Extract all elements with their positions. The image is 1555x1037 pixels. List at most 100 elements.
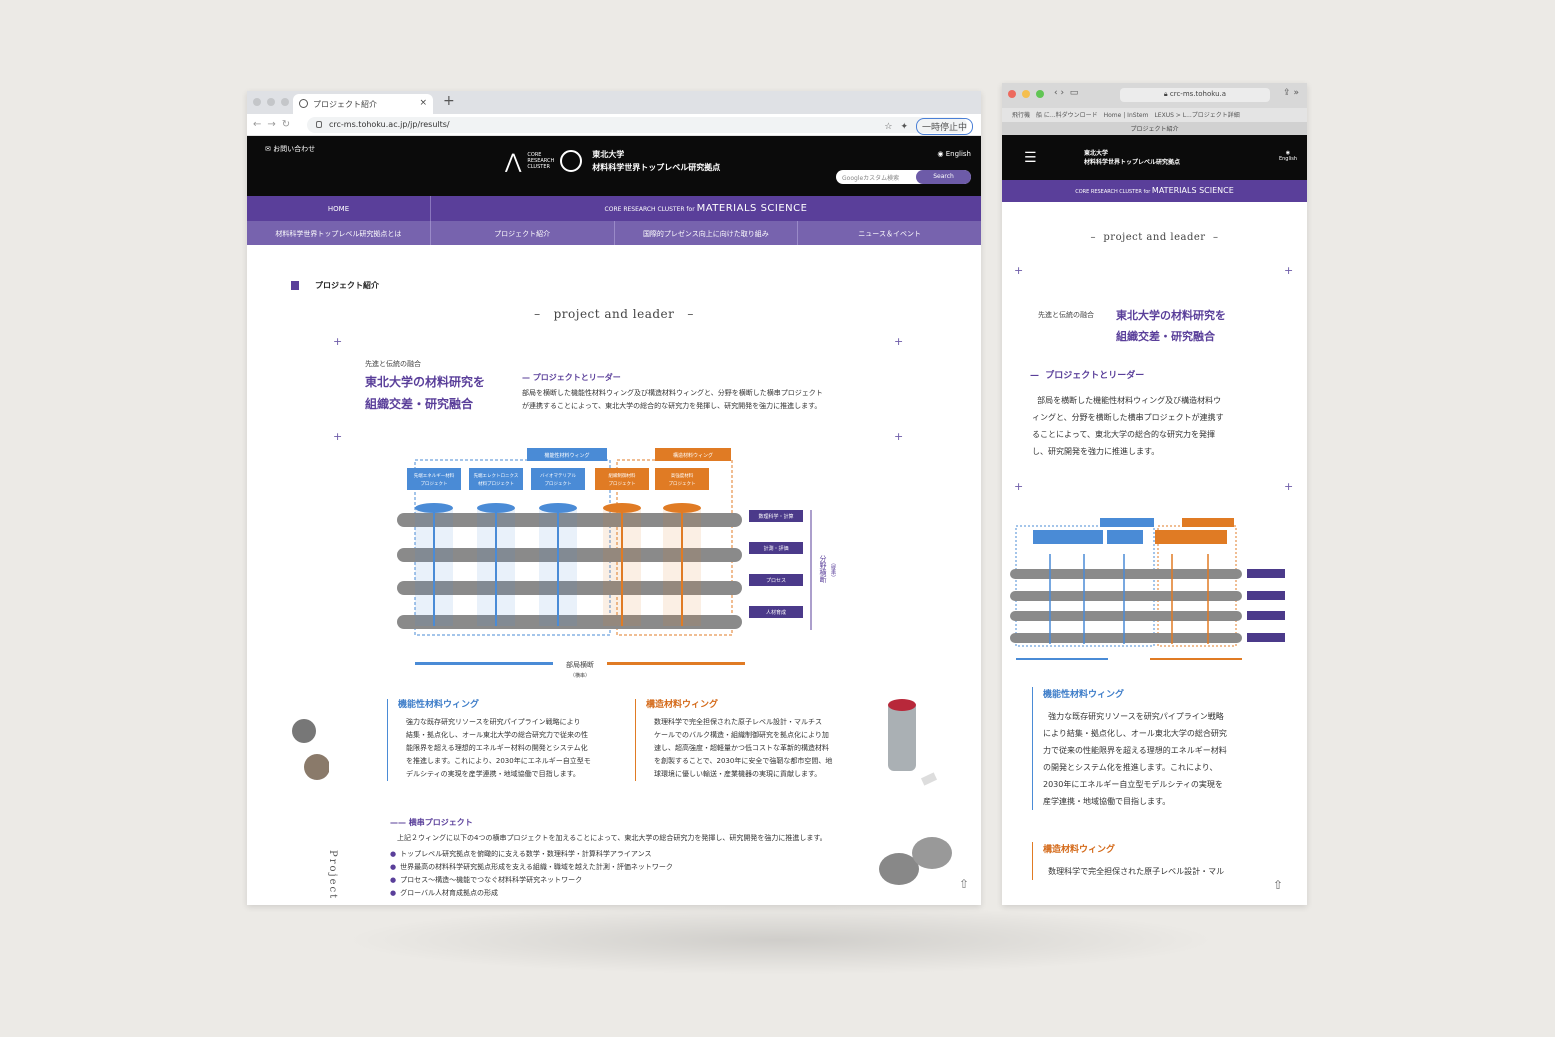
contact-label: お問い合わせ	[273, 145, 316, 153]
scroll-up-icon[interactable]: ⇧	[1273, 878, 1283, 892]
site-header: ✉ お問い合わせ ⋀ CORE RESEARCH CLUSTER 東北大学 材料科学世…	[247, 136, 981, 196]
cross-title: —— 横串プロジェクト	[390, 818, 473, 827]
mobile-project-box	[1191, 530, 1227, 544]
project-label: プロジェクト	[669, 481, 696, 487]
menu-icon[interactable]: ☰	[1024, 150, 1037, 166]
mobile-site-header: ☰ 東北大学 材料科学世界トップレベル研究拠点 ◉ English	[1002, 135, 1307, 180]
drop-shadow	[340, 905, 1220, 975]
nav-about[interactable]: 材料科学世界トップレベル研究拠点とは	[247, 221, 431, 245]
plus-icon: +	[1014, 264, 1024, 277]
url-field[interactable]: crc-ms.tohoku.ac.jp/jp/results/	[307, 117, 967, 133]
mobile-functional-wing: 機能性材料ウィング 強力な既存研究リソースを研究パイプライン戦略 により結集・拠点…	[1032, 687, 1282, 810]
tohoku-logo-icon	[560, 150, 583, 172]
nav-news[interactable]: ニュース＆イベント	[798, 221, 981, 245]
structural-wing-title: 構造材料ウィング	[646, 700, 719, 710]
site-title: 東北大学 材料科学世界トップレベル研究拠点	[592, 150, 721, 172]
plus-icon: +	[894, 335, 904, 348]
intro-text: 部局を横断した機能性材料ウィング及び構造材料ウィングと、分野を横断した横串プロジ…	[522, 389, 823, 410]
mobile-subhead: — プロジェクトとリーダー	[1030, 371, 1145, 381]
browser-tab[interactable]: プロジェクト紹介 ×	[293, 94, 433, 114]
mobile-beam	[1010, 569, 1242, 579]
plus-icon: +	[894, 430, 904, 443]
search-input[interactable]: Googleカスタム検索 Search	[836, 170, 971, 184]
project-columns: 先端エネルギー材料プロジェクト 先端エレクトロニクス材料プロジェクト バイオマテリア…	[407, 468, 709, 626]
cluster-band: CORE RESEARCH CLUSTER for MATERIALS SCIE…	[604, 203, 808, 214]
mobile-section-label: – project and leader –	[1090, 232, 1219, 243]
nav-projects[interactable]: プロジェクト紹介	[431, 221, 615, 245]
tab-bar: プロジェクト紹介 × +	[247, 91, 981, 114]
bottom-axis-sub: （横串）	[570, 672, 590, 679]
kicker: 先進と伝統の融合	[365, 360, 421, 368]
field-label: プロセス	[766, 578, 786, 584]
mobile-site-logo[interactable]: 東北大学 材料科学世界トップレベル研究拠点	[1084, 149, 1180, 167]
window-controls[interactable]	[253, 98, 289, 106]
mobile-tab[interactable]: プロジェクト紹介	[1002, 122, 1307, 135]
structural-wing-block: 構造材料ウィング 数理科学で完全担保された原子レベル設計・マルチス ケールでのバル…	[635, 699, 860, 781]
primary-nav: HOME CORE RESEARCH CLUSTER for MATERIALS…	[247, 196, 981, 221]
project-diagram: 機能性材料ウィング 構造材料ウィング 先端エネルギー材料プロジェクト 先端エレクト…	[397, 448, 836, 679]
list-item: 世界最高の材料科学研究拠点形成を支える組織・職域を越えた計測・評価ネットワーク	[390, 861, 673, 874]
nav-international[interactable]: 国際的プレゼンス向上に向けた取り組み	[615, 221, 799, 245]
tab-title: プロジェクト紹介	[313, 100, 377, 109]
mobile-beam	[1010, 611, 1242, 621]
project-label: プロジェクト	[545, 481, 572, 487]
search-button[interactable]: Search	[916, 170, 971, 184]
site-logo[interactable]: ⋀ CORE RESEARCH CLUSTER 東北大学 材料科学世界トップレベル研究…	[505, 148, 720, 174]
mobile-structural-text: 数理科学で完全担保された原子レベル設計・マル	[1048, 867, 1225, 876]
cross-intro: 上記２ウィングに以下の4つの横串プロジェクトを加えることによって、東北大学の総合…	[397, 834, 827, 842]
mobile-diagram	[1010, 518, 1285, 660]
address-bar: ←→↻ crc-ms.tohoku.ac.jp/jp/results/ ☆ ✦ …	[247, 114, 981, 136]
mobile-field-box	[1247, 591, 1285, 600]
mobile-field-box	[1247, 611, 1285, 620]
cross-list: トップレベル研究拠点を俯瞰的に支える数学・数理科学・計算科学アライアンス 世界最…	[390, 848, 673, 900]
star-icon[interactable]: ☆	[884, 122, 892, 132]
field-label: 計測・評価	[763, 545, 788, 552]
project-label: プロジェクト	[421, 481, 448, 487]
subhead: — プロジェクトとリーダー	[522, 373, 621, 382]
plus-icon: +	[333, 335, 343, 348]
nav-home[interactable]: HOME	[247, 196, 431, 221]
bottom-axis-label: 部局横断	[566, 660, 594, 669]
list-item: グローバル人材育成拠点の形成	[390, 887, 673, 900]
mobile-project-box	[1107, 530, 1143, 544]
mobile-project-box	[1155, 530, 1191, 544]
field-label: 人材育成	[766, 609, 786, 616]
functional-wing-title: 機能性材料ウィング	[398, 700, 480, 710]
mobile-beam	[1010, 591, 1242, 601]
functional-wing-block: 機能性材料ウィング 強力な既存研究リソースを研究パイプライン戦略により 結集・拠点…	[387, 699, 612, 781]
section-label: – project and leader –	[534, 307, 694, 321]
contact-link[interactable]: ✉ お問い合わせ	[265, 144, 315, 154]
lock-icon	[316, 121, 322, 128]
mobile-functional-title: 機能性材料ウィング	[1043, 690, 1125, 700]
sample-vial-image	[888, 699, 938, 786]
mobile-url-field[interactable]: 🔒︎ crc-ms.tohoku.a	[1120, 88, 1270, 102]
share-icon[interactable]: ⇪ »	[1283, 88, 1299, 98]
extensions: ☆ ✦ 一時停止中	[884, 118, 973, 135]
profile-button[interactable]: 一時停止中	[915, 118, 973, 135]
breadcrumb: プロジェクト紹介	[291, 280, 379, 291]
window-controls[interactable]	[1008, 90, 1044, 98]
extension-icon[interactable]: ✦	[900, 122, 908, 132]
plus-icon: +	[333, 430, 343, 443]
main-content: プロジェクト紹介 – project and leader – + + + + …	[247, 245, 981, 905]
mobile-toolbar: ‹ › ▭ 🔒︎ crc-ms.tohoku.a ⇪ »	[1002, 83, 1307, 108]
english-link[interactable]: ◉ English	[937, 150, 971, 158]
new-tab-icon[interactable]: +	[443, 93, 455, 109]
close-icon[interactable]: ×	[419, 98, 427, 108]
crc-logo-icon	[291, 281, 311, 290]
lock-icon: 🔒︎	[1163, 90, 1168, 98]
globe-icon	[299, 99, 308, 108]
mobile-kicker: 先進と伝統の融合	[1038, 311, 1094, 319]
field-label: 数理科学・計算	[758, 513, 793, 520]
mobile-english-link[interactable]: ◉ English	[1279, 150, 1297, 162]
scroll-up-icon[interactable]: ⇧	[959, 877, 969, 891]
nav-arrows-icon[interactable]: ←→↻	[253, 119, 296, 130]
secondary-nav: 材料科学世界トップレベル研究拠点とは プロジェクト紹介 国際的プレゼンス向上に向…	[247, 221, 981, 245]
mobile-intro: 部局を横断した機能性材料ウィング及び構造材料ウ ィングと、分野を横断した横串プロジ…	[1032, 396, 1224, 456]
field-labels: 数理科学・計算計測・評価プロセス人材育成	[749, 510, 803, 618]
nav-arrows-icon[interactable]: ‹ › ▭	[1054, 88, 1078, 98]
desktop-browser-window: プロジェクト紹介 × + ←→↻ crc-ms.tohoku.ac.jp/jp/…	[247, 91, 981, 905]
mobile-field-box	[1247, 569, 1285, 578]
plus-icon: +	[1284, 264, 1294, 277]
bookmarks-bar[interactable]: 飛行機 船 に...料ダウンロード Home | InStem LEXUS > …	[1002, 108, 1307, 122]
